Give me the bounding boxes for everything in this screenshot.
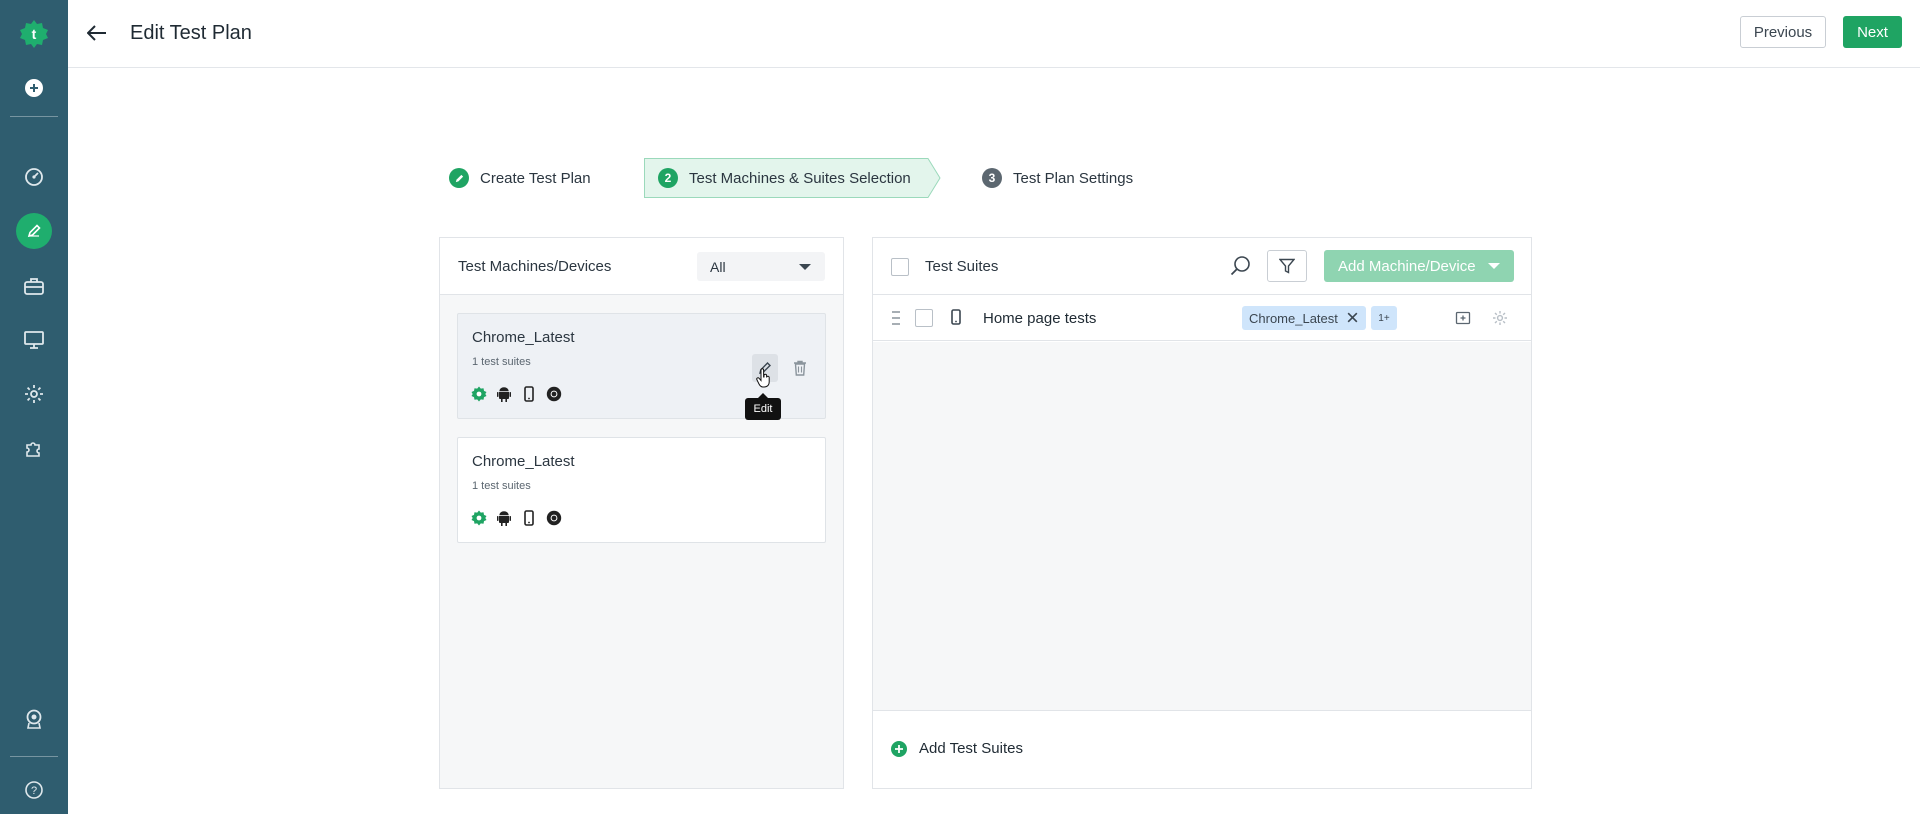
machine-chip-label: Chrome_Latest [1249,310,1338,326]
svg-text:?: ? [31,785,37,797]
mobile-device-icon [951,309,961,330]
add-to-machine-icon[interactable] [1455,310,1471,331]
machines-panel-title: Test Machines/Devices [458,258,612,275]
add-test-suites-label: Add Test Suites [919,740,1023,757]
step-label: Test Machines & Suites Selection [689,169,911,187]
svg-text:t: t [32,26,37,42]
step-label: Create Test Plan [480,169,591,187]
caret-down-icon [799,264,811,270]
testsigma-icon [471,386,487,402]
previous-button[interactable]: Previous [1740,16,1826,48]
dashboard-icon[interactable] [0,157,68,197]
briefcase-icon[interactable] [0,266,68,306]
back-arrow-icon[interactable] [82,18,112,48]
more-machines-badge[interactable]: 1+ [1371,306,1397,330]
testsigma-icon [471,510,487,526]
machine-chip: Chrome_Latest [1242,306,1366,330]
page-header: Edit Test Plan [68,0,1920,68]
chrome-icon [546,510,562,526]
machines-panel-header: Test Machines/Devices All [440,238,843,295]
add-test-suites-button[interactable]: Add Test Suites [891,740,1023,757]
machine-card[interactable]: Chrome_Latest 1 test suites [457,437,826,543]
step-test-plan-settings[interactable]: 3 Test Plan Settings [982,158,1133,198]
step-done-pencil-icon [449,168,469,188]
caret-down-icon [1488,263,1500,269]
android-icon [496,386,512,402]
suite-name[interactable]: Home page tests [983,310,1096,327]
machines-panel: Test Machines/Devices All Chrome_Latest … [439,237,844,789]
suites-empty-area [873,342,1531,710]
mobile-icon [521,386,537,402]
edit-tooltip: Edit [745,393,781,420]
suites-panel-title: Test Suites [925,258,999,275]
search-icon[interactable] [1230,255,1252,282]
sidebar-divider [10,756,58,757]
machine-name: Chrome_Latest [472,453,575,470]
step-number-badge: 3 [982,168,1002,188]
chrome-icon [546,386,562,402]
support-badge-icon[interactable] [0,699,68,739]
sidebar-divider [10,116,58,117]
filter-button[interactable] [1267,250,1307,282]
machines-filter-value: All [710,259,726,275]
puzzle-icon[interactable] [0,428,68,468]
android-icon [496,510,512,526]
settings-icon[interactable] [1492,310,1508,331]
settings-icon[interactable] [0,374,68,414]
hand-cursor-icon [756,368,772,393]
drag-handle-icon[interactable] [891,309,901,332]
sidebar: t ? [0,0,68,814]
plus-circle-icon [891,740,907,757]
machine-suite-count: 1 test suites [472,356,531,368]
suites-panel: Test Suites Add Machine/Device Home page… [872,237,1532,789]
mobile-icon [521,510,537,526]
suites-panel-footer: Add Test Suites [873,710,1531,788]
add-machine-device-label: Add Machine/Device [1338,257,1476,275]
trash-icon[interactable] [791,358,809,378]
machine-suite-count: 1 test suites [472,480,531,492]
step-number-badge: 2 [658,168,678,188]
page-title: Edit Test Plan [130,22,252,44]
filter-icon [1279,258,1295,274]
step-create-test-plan[interactable]: Create Test Plan [449,158,591,198]
testsigma-logo-icon[interactable]: t [0,14,68,54]
add-machine-device-button[interactable]: Add Machine/Device [1324,250,1514,282]
select-all-checkbox[interactable] [891,258,909,276]
table-row[interactable]: Home page tests Chrome_Latest 1+ [873,295,1531,341]
close-icon[interactable] [1346,311,1359,327]
monitor-icon[interactable] [0,320,68,360]
step-machines-suites-selection[interactable]: 2 Test Machines & Suites Selection [644,158,941,198]
help-icon[interactable]: ? [0,770,68,810]
row-checkbox[interactable] [915,309,933,327]
machines-filter-select[interactable]: All [697,252,825,281]
next-button[interactable]: Next [1843,16,1902,48]
add-circle-icon[interactable] [0,68,68,108]
machine-name: Chrome_Latest [472,329,575,346]
step-label: Test Plan Settings [1013,169,1134,187]
edit-pencil-icon[interactable] [0,211,68,251]
suites-panel-header: Test Suites Add Machine/Device [873,238,1531,295]
